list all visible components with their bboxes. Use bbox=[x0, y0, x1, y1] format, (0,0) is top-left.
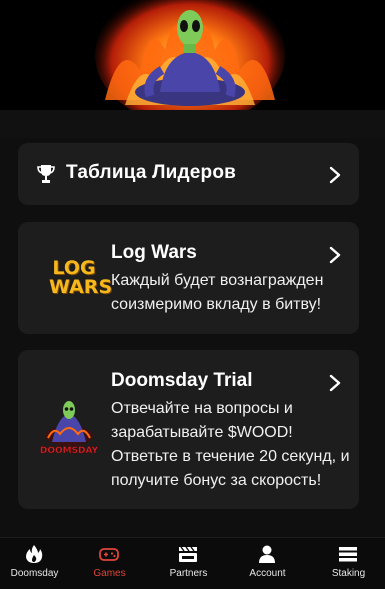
meditating-alien-image bbox=[0, 0, 385, 110]
partners-icon bbox=[179, 546, 197, 562]
nav-label: Partners bbox=[169, 568, 208, 579]
chevron-right-icon bbox=[329, 374, 341, 392]
hero-banner bbox=[0, 0, 385, 110]
doomsday-logo: DOOMSDAY bbox=[40, 401, 98, 456]
log-wars-logo-line2: WARS bbox=[49, 276, 113, 298]
nav-item-staking[interactable]: Staking bbox=[310, 538, 385, 589]
log-wars-logo: LOG WARS bbox=[49, 259, 113, 298]
game-card-log-wars[interactable]: LOG WARS Log Wars Каждый будет вознаграж… bbox=[18, 222, 359, 334]
nav-item-games[interactable]: Games bbox=[71, 538, 148, 589]
nav-item-partners[interactable]: Partners bbox=[150, 538, 227, 589]
game-title: Doomsday Trial bbox=[111, 370, 253, 391]
nav-label: Games bbox=[93, 568, 126, 579]
leaderboard-card[interactable]: Таблица Лидеров bbox=[18, 143, 359, 205]
nav-label: Staking bbox=[331, 568, 366, 579]
trophy-icon bbox=[37, 165, 55, 183]
nav-label: Doomsday bbox=[10, 568, 59, 579]
user-icon bbox=[259, 545, 275, 563]
game-description: Каждый будет вознагражден соизмеримо вкл… bbox=[111, 272, 324, 313]
svg-text:DOOMSDAY: DOOMSDAY bbox=[40, 446, 98, 456]
hero-strip bbox=[0, 110, 385, 138]
game-description: Отвечайте на вопросы и зарабатывайте $WO… bbox=[111, 400, 350, 489]
gamepad-icon bbox=[99, 548, 119, 561]
game-card-doomsday-trial[interactable]: DOOMSDAY Doomsday Trial Отвечайте на воп… bbox=[18, 350, 359, 509]
bottom-nav: Doomsday Games Partners Account Staking bbox=[0, 537, 385, 589]
flame-icon bbox=[26, 545, 43, 563]
stack-icon bbox=[339, 547, 357, 562]
nav-item-account[interactable]: Account bbox=[229, 538, 306, 589]
chevron-right-icon bbox=[329, 246, 341, 264]
leaderboard-title: Таблица Лидеров bbox=[66, 162, 237, 183]
game-title: Log Wars bbox=[111, 242, 197, 263]
nav-label: Account bbox=[249, 568, 286, 579]
chevron-right-icon bbox=[329, 166, 341, 184]
nav-item-doomsday[interactable]: Doomsday bbox=[0, 538, 73, 589]
